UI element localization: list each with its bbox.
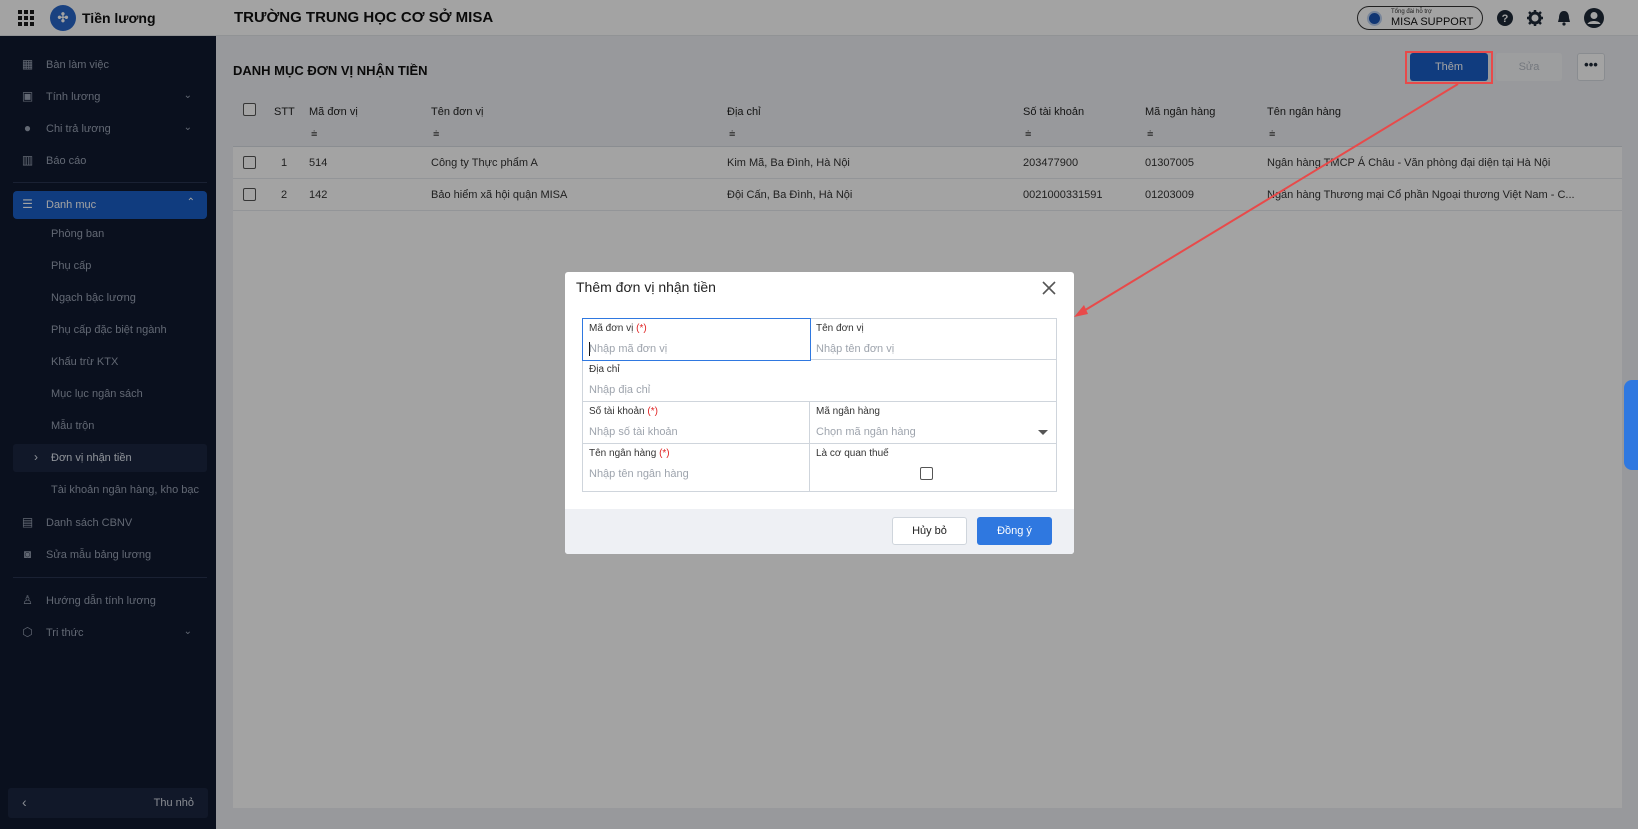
account-field[interactable]: Số tài khoản (*) Nhập số tài khoản	[583, 402, 810, 444]
name-field[interactable]: Tên đơn vị Nhập tên đơn vị	[810, 319, 1056, 360]
required-mark: (*)	[636, 323, 647, 334]
field-label: Số tài khoản (*)	[589, 406, 658, 417]
account-input[interactable]: Nhập số tài khoản	[589, 426, 678, 438]
cancel-button[interactable]: Hủy bỏ	[892, 517, 967, 545]
bank-code-select[interactable]: Mã ngân hàng Chọn mã ngân hàng	[810, 402, 1056, 444]
address-input[interactable]: Nhập địa chỉ	[589, 384, 650, 396]
address-label: Địa chỉ	[589, 364, 620, 375]
code-field[interactable]: Mã đơn vị (*) Nhập mã đơn vị	[582, 318, 811, 361]
name-input[interactable]: Nhập tên đơn vị	[816, 343, 894, 355]
side-panel-handle[interactable]	[1624, 380, 1638, 470]
tax-agency-checkbox[interactable]	[920, 467, 933, 480]
tax-agency-label: Là cơ quan thuế	[816, 448, 889, 459]
confirm-button[interactable]: Đồng ý	[977, 517, 1052, 545]
dropdown-arrow-icon[interactable]	[1038, 430, 1048, 435]
add-receiver-dialog: Thêm đơn vị nhận tiền Mã đơn vị (*) Nhập…	[565, 272, 1074, 554]
bank-name-field[interactable]: Tên ngân hàng (*) Nhập tên ngân hàng	[583, 444, 810, 491]
account-label: Số tài khoản	[589, 406, 645, 417]
close-icon[interactable]	[1041, 280, 1057, 296]
address-field[interactable]: Địa chỉ Nhập địa chỉ	[583, 360, 1056, 402]
dialog-footer: Hủy bỏ Đồng ý	[565, 509, 1074, 554]
code-input[interactable]: Nhập mã đơn vị	[589, 343, 667, 355]
field-label: Mã đơn vị (*)	[589, 323, 647, 334]
app-window: ✣ Tiền lương TRƯỜNG TRUNG HỌC CƠ SỞ MISA…	[0, 0, 1638, 829]
field-label: Tên ngân hàng (*)	[589, 448, 670, 459]
dialog-title: Thêm đơn vị nhận tiền	[576, 279, 716, 295]
bank-name-input[interactable]: Nhập tên ngân hàng	[589, 468, 689, 480]
bank-name-label: Tên ngân hàng	[589, 448, 657, 459]
required-mark: (*)	[647, 406, 658, 417]
name-label: Tên đơn vị	[816, 323, 864, 334]
annotation-highlight-box	[1405, 51, 1493, 84]
required-mark: (*)	[659, 448, 670, 459]
bank-code-input[interactable]: Chọn mã ngân hàng	[816, 426, 916, 438]
tax-agency-field: Là cơ quan thuế	[810, 444, 1056, 491]
bank-code-label: Mã ngân hàng	[816, 406, 880, 417]
receiver-form: Mã đơn vị (*) Nhập mã đơn vị Tên đơn vị …	[582, 318, 1057, 492]
code-label: Mã đơn vị	[589, 323, 634, 334]
